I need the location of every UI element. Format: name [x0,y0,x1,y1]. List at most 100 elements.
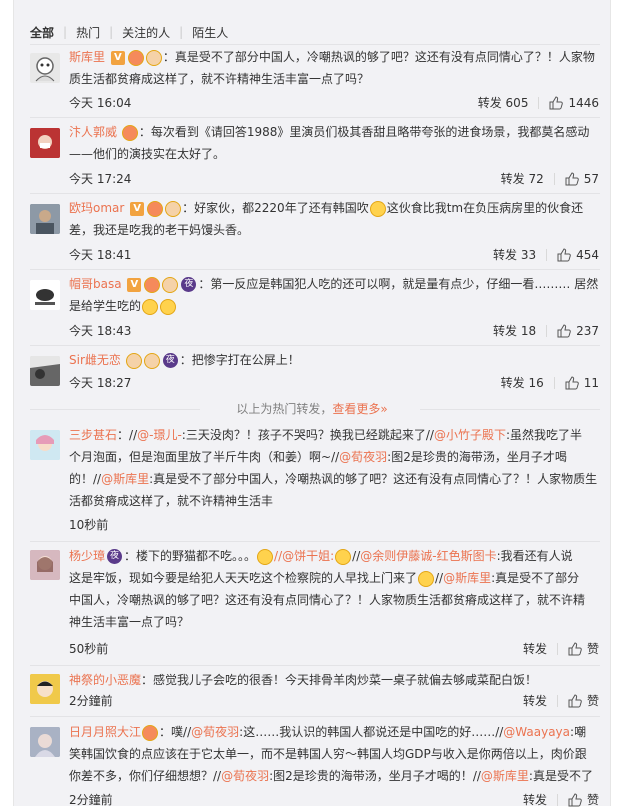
like-button[interactable]: 11 [565,376,599,390]
username-link[interactable]: Sir雌无恋 [69,353,121,367]
avatar[interactable] [30,430,60,460]
avatar[interactable] [30,128,60,158]
comment-actions: 转发 赞 [523,791,599,808]
comment-body: ：好家伙，都2220年了还有韩国吹 [182,201,369,215]
laughing-emoji-icon [369,200,386,217]
action-divider [553,376,555,389]
like-button[interactable]: 赞 [568,640,599,657]
repost-count: 605 [505,95,529,110]
like-button[interactable]: 1446 [549,96,599,110]
mention-link[interactable]: @斯库里 [443,571,491,585]
mention-link[interactable]: //@饼干姐: [274,549,334,563]
like-button[interactable]: 57 [565,172,599,186]
mention-link[interactable]: @荀夜羽 [221,769,269,783]
tab-following[interactable]: 关注的人 [122,24,170,41]
repost-button[interactable]: 转发 16 [501,374,544,391]
tab-strangers[interactable]: 陌生人 [192,24,228,41]
medal-icon [144,276,161,293]
avatar[interactable] [30,53,60,83]
comment-meta: 今天 18:27 转发 16 11 [69,374,599,392]
like-count: 57 [583,171,599,186]
thumbs-up-icon [565,375,579,389]
view-more-link[interactable]: 查看更多» [332,402,387,416]
repost-button[interactable]: 转发 33 [493,246,536,263]
comment-body: 这是牢饭，现如今要是给犯人天天吃这个检察院的人早找上门来了 [69,571,418,585]
mention-link[interactable]: @斯库里 [101,472,149,486]
comment-body: //@斯库里:真是受不了部分 [435,571,580,585]
repost-button[interactable]: 转发 18 [493,322,536,339]
username-link[interactable]: 神祭的小恶魔 [69,673,141,687]
action-divider [546,324,548,337]
tab-all[interactable]: 全部 [30,24,54,41]
tab-hot[interactable]: 热门 [76,24,100,41]
repost-label: 转发 [522,793,547,807]
repost-button[interactable]: 转发 72 [501,170,544,187]
medal-icon [127,49,144,66]
action-divider [538,96,540,109]
medal-icon [142,724,159,741]
mention-link[interactable]: @小竹子殿下 [434,428,506,442]
avatar[interactable] [30,727,60,757]
like-button[interactable]: 454 [557,248,599,262]
like-button[interactable]: 237 [557,324,599,338]
cat-emoji-icon [335,548,352,565]
comment-body: 个月泡面，但是泡面里放了半斤牛肉（和姜）啊~//@荀夜羽:图2是珍贵的海带汤，坐… [69,450,567,464]
repost-button[interactable]: 转发 [523,640,547,657]
username-link[interactable]: 汴人郭威 [69,125,117,139]
avatar[interactable] [30,674,60,704]
username-link[interactable]: 三步甚石 [69,428,117,442]
thumbs-up-icon [568,641,582,655]
timestamp: 今天 17:24 [69,172,132,186]
avatar[interactable] [30,204,60,234]
avatar[interactable] [30,356,60,386]
comment-meta: 2分鐘前 转发 赞 [69,692,599,710]
username-link[interactable]: 帽哥basa [69,277,122,291]
comment-line: 日月月照大江 ：噗//@荀夜羽:这……我认识的韩国人都说还是中国吃的好……//@W… [69,721,599,743]
medal-icon [147,200,164,217]
mention-link[interactable]: @余则伊藤诚-红色斯图卡 [360,549,496,563]
repost-button[interactable]: 转发 [523,791,547,808]
timestamp: 今天 16:04 [69,96,132,110]
repost-label: 转发 [500,172,525,186]
comment-body: 活都贫瘠成这样了，就不许精神生活丰 [69,494,274,508]
username-link[interactable]: 斯库里 [69,50,105,64]
mention-link[interactable]: @斯库里 [481,769,529,783]
thumbs-up-icon [557,323,571,337]
comment-actions: 转发 33 454 [493,246,599,263]
username-link[interactable]: 欧玛omar [69,201,124,215]
mention-link[interactable]: @-璟儿- [137,428,182,442]
repost-count: 72 [528,171,544,186]
like-button[interactable]: 赞 [568,692,599,709]
comment-line: 三步甚石：//@-璟儿-:三天没肉？！孩子不哭吗？换我已经跳起来了//@小竹子殿… [69,424,599,446]
repost-button[interactable]: 转发 605 [478,94,529,111]
like-button[interactable]: 赞 [568,791,599,808]
fan-badge-icon [162,276,179,293]
thumbs-up-icon [565,171,579,185]
timestamp: 今天 18:43 [69,324,132,338]
avatar[interactable] [30,550,60,580]
divider [30,716,600,717]
comment-actions: 转发 18 237 [493,322,599,339]
repost-button[interactable]: 转发 [523,692,547,709]
username-link[interactable]: 日月月照大江 [69,725,141,739]
comment-meta: 今天 17:24 转发 72 57 [69,170,599,188]
comment-text: 三步甚石：//@-璟儿-:三天没肉？！孩子不哭吗？换我已经跳起来了//@小竹子殿… [69,424,599,512]
like-label: 赞 [586,642,599,656]
avatar[interactable] [30,280,60,310]
comment-actions: 转发 赞 [523,640,599,657]
like-label: 赞 [586,694,599,708]
username-link[interactable]: 杨少璋 [69,549,105,563]
comment-panel: 全部 | 热门 | 关注的人 | 陌生人 斯库里 V ：真是受不了部分中国人，冷嘲… [13,0,611,808]
mention-link[interactable]: @荀夜羽 [339,450,387,464]
repost-count: 18 [520,323,537,338]
action-divider [556,642,558,655]
repost-label: 转发 [500,376,525,390]
like-count: 11 [583,375,599,390]
like-count: 237 [576,323,599,338]
action-divider [546,248,548,261]
repost-label: 转发 [522,694,547,708]
mention-link[interactable]: @荀夜羽 [191,725,239,739]
mention-link[interactable]: @Waayaya [503,725,570,739]
think-emoji-icon [418,570,435,587]
comment-text: 斯库里 V ：真是受不了部分中国人，冷嘲热讽的够了吧？这还有没有点同情心了？！人家… [69,46,599,90]
